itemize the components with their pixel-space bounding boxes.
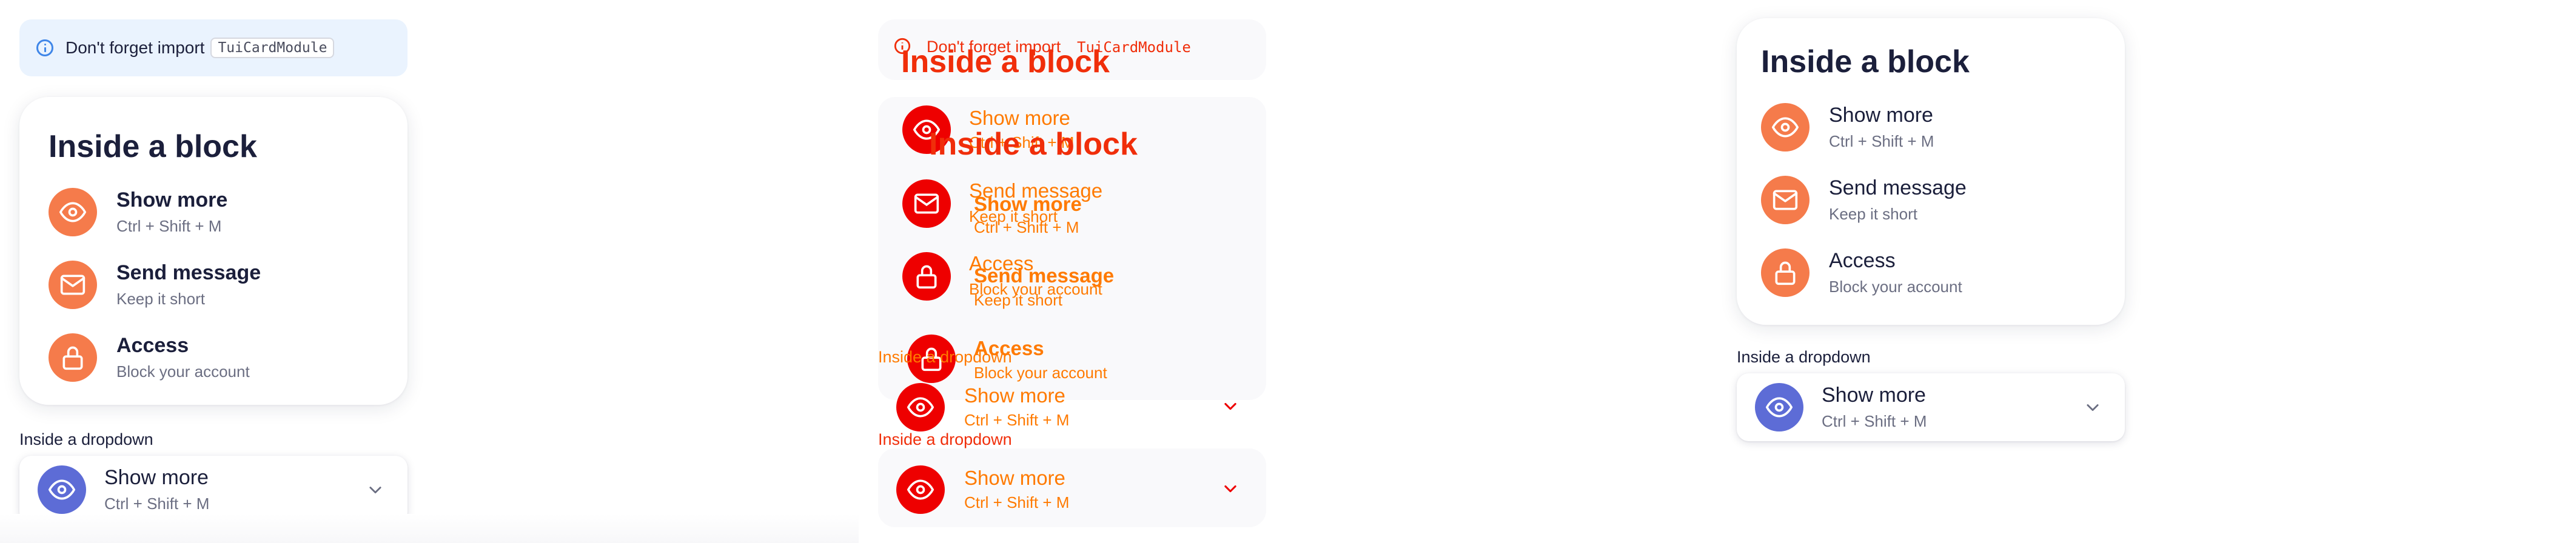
dropdown-label: Inside a dropdown — [1737, 348, 1871, 366]
eye-icon — [1761, 103, 1810, 152]
panel-middle: Don't forget import TuiCardModule Inside… — [859, 0, 1717, 543]
cell-access[interactable]: Access Block your account — [49, 333, 250, 382]
cell-send-message[interactable]: Send message Keep it short — [1761, 176, 1967, 224]
chevron-down-icon[interactable] — [1221, 398, 1239, 415]
block-card: Inside a block Show more Ctrl + Shift + … — [1737, 18, 2125, 325]
cell-show-more[interactable]: Show more Ctrl + Shift + M — [1761, 103, 1934, 152]
cell-title: Access — [1829, 249, 1896, 272]
notice-code: TuiCardModule — [210, 38, 335, 58]
cell-subtitle: Ctrl + Shift + M — [116, 217, 222, 235]
cell-title: Access — [116, 334, 189, 357]
cell-subtitle: Keep it short — [116, 290, 205, 308]
cell-subtitle: Ctrl + Shift + M — [1829, 132, 1934, 150]
cell-show-more[interactable]: Show more Ctrl + Shift + M — [49, 188, 227, 236]
block-card: Inside a block Show more Ctrl + Shift + … — [19, 97, 408, 405]
mail-icon — [1761, 176, 1810, 224]
cell-title: Show more — [104, 466, 209, 489]
mail-icon — [49, 261, 97, 309]
cell-subtitle: Ctrl + Shift + M — [964, 493, 1070, 511]
cell-subtitle: Ctrl + Shift + M — [1822, 412, 1927, 430]
mail-icon — [902, 179, 951, 228]
cell-subtitle: Ctrl + Shift + M — [974, 218, 1079, 236]
lock-icon — [49, 333, 97, 382]
cell-title: Show more — [116, 188, 228, 212]
block-title: Inside a block — [1761, 44, 1970, 79]
cell-subtitle: Keep it short — [1829, 205, 1917, 223]
cell-title: Show more — [1829, 104, 1933, 127]
block-title: Inside a block — [901, 44, 1110, 79]
notice-text: Don't forget import — [65, 38, 205, 57]
cell-subtitle: Block your account — [1829, 278, 1962, 296]
dropdown-cell[interactable]: Show more Ctrl + Shift + M — [1737, 373, 2125, 441]
cell-title: Show more — [1822, 384, 1926, 407]
chevron-down-icon[interactable] — [2084, 399, 2102, 416]
lock-icon — [902, 252, 951, 301]
cell-title: Send message — [974, 264, 1115, 287]
cell-title: Show more — [974, 193, 1082, 215]
block-title: Inside a block — [49, 129, 257, 164]
cell-title[interactable]: Show more — [964, 384, 1065, 407]
eye-icon — [49, 188, 97, 236]
import-notice: Don't forget import TuiCardModule — [19, 19, 408, 76]
cell-title[interactable]: Show more — [964, 467, 1065, 490]
chevron-down-icon[interactable] — [1221, 480, 1239, 497]
dropdown-label: Inside a dropdown — [19, 430, 153, 448]
block-title: Inside a block — [929, 127, 1138, 162]
panel-left: Don't forget import TuiCardModule Inside… — [0, 0, 859, 543]
eye-icon — [38, 465, 86, 514]
chevron-down-icon[interactable] — [366, 481, 384, 498]
dropdown-label: Inside a dropdown — [878, 430, 1012, 448]
cell-title: Send message — [1829, 176, 1967, 199]
cell-access[interactable]: Access Block your account — [1761, 248, 1962, 297]
cell-title: Send message — [116, 261, 261, 284]
cell-subtitle: Ctrl + Shift + M — [964, 411, 1070, 429]
cell-subtitle: Keep it short — [974, 291, 1062, 309]
dropdown-label: Inside a dropdown — [878, 348, 1012, 366]
lock-icon — [1761, 248, 1810, 297]
info-icon — [36, 39, 53, 56]
eye-icon — [1755, 383, 1803, 431]
cell-subtitle: Ctrl + Shift + M — [104, 495, 210, 513]
panel-bottom-shade — [0, 514, 859, 543]
eye-icon — [896, 383, 945, 431]
cell-subtitle: Block your account — [116, 362, 250, 381]
cell-send-message[interactable]: Send message Keep it short — [49, 261, 261, 309]
eye-icon — [896, 465, 945, 514]
panel-right: Inside a block Show more Ctrl + Shift + … — [1717, 0, 2576, 543]
